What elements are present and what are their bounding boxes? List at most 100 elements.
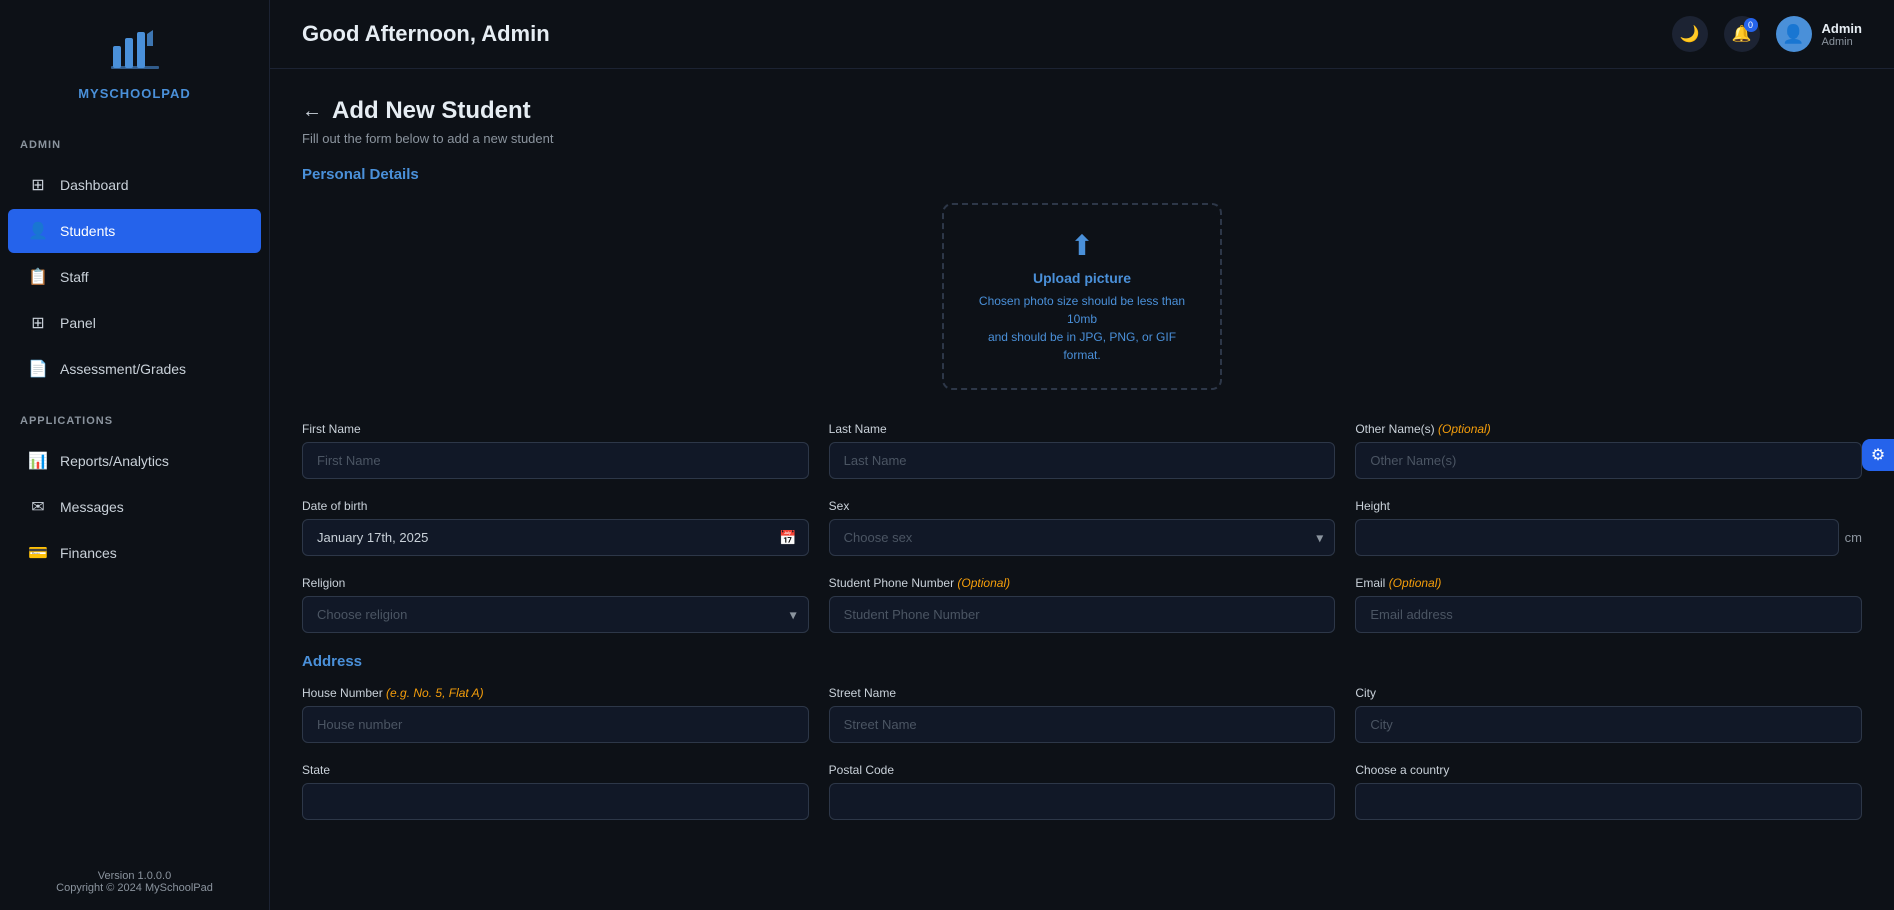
dob-input-wrap: 📅 document.currentScript.previousElement… <box>302 519 809 556</box>
assessment-icon: 📄 <box>28 359 48 379</box>
form-row-religion-phone-email: Religion Choose religion Christianity Is… <box>302 576 1862 633</box>
last-name-label: Last Name <box>829 422 1336 436</box>
dob-group: Date of birth 📅 document.currentScript.p… <box>302 499 809 556</box>
sex-select[interactable]: Choose sex Male Female <box>829 519 1336 556</box>
state-label: State <box>302 763 809 777</box>
admin-section-label: ADMIN <box>0 121 269 157</box>
sex-select-wrap: Choose sex Male Female ▾ <box>829 519 1336 556</box>
email-input[interactable] <box>1355 596 1862 633</box>
country-input[interactable] <box>1355 783 1862 820</box>
religion-select-wrap: Choose religion Christianity Islam Other… <box>302 596 809 633</box>
first-name-label: First Name <box>302 422 809 436</box>
form-row-address1: House Number (e.g. No. 5, Flat A) Street… <box>302 686 1862 743</box>
city-group: City <box>1355 686 1862 743</box>
floating-settings-button[interactable]: ⚙ <box>1862 439 1894 471</box>
dob-label: Date of birth <box>302 499 809 513</box>
city-input[interactable] <box>1355 706 1862 743</box>
page-back-row: ← Add New Student <box>302 97 1862 125</box>
back-button[interactable]: ← <box>302 100 322 123</box>
postal-code-label: Postal Code <box>829 763 1336 777</box>
postal-code-input[interactable] <box>829 783 1336 820</box>
sex-group: Sex Choose sex Male Female ▾ <box>829 499 1336 556</box>
applications-section-label: APPLICATIONS <box>0 397 269 433</box>
messages-icon: ✉ <box>28 497 48 517</box>
form-row-dob-sex-height: Date of birth 📅 document.currentScript.p… <box>302 499 1862 556</box>
height-unit-label: cm <box>1845 530 1862 545</box>
user-role: Admin <box>1822 36 1862 48</box>
user-name: Admin <box>1822 21 1862 36</box>
form-row-address2: State Postal Code Choose a country <box>302 763 1862 820</box>
moon-icon: 🌙 <box>1680 24 1700 44</box>
address-section-title: Address <box>302 653 1862 670</box>
form-row-names: First Name Last Name Other Name(s) (Opti… <box>302 422 1862 479</box>
theme-toggle-button[interactable]: 🌙 <box>1672 16 1708 52</box>
sex-label: Sex <box>829 499 1336 513</box>
upload-hint: Chosen photo size should be less than 10… <box>968 292 1196 364</box>
user-avatar-icon: 👤 <box>1782 24 1804 45</box>
upload-picture-area[interactable]: ⬆ Upload picture Chosen photo size shoul… <box>942 203 1222 390</box>
other-names-group: Other Name(s) (Optional) <box>1355 422 1862 479</box>
upload-label: Upload picture <box>1033 270 1131 286</box>
dob-input[interactable] <box>302 519 809 556</box>
sidebar-footer: Version 1.0.0.0 Copyright © 2024 MySchoo… <box>0 854 269 910</box>
first-name-input[interactable] <box>302 442 809 479</box>
religion-label: Religion <box>302 576 809 590</box>
sidebar-item-assessment[interactable]: 📄 Assessment/Grades <box>0 347 269 391</box>
page-subtitle: Fill out the form below to add a new stu… <box>302 131 1862 146</box>
finances-icon: 💳 <box>28 543 48 563</box>
sidebar-item-students[interactable]: 👤 Students <box>0 209 269 253</box>
sidebar-item-messages[interactable]: ✉ Messages <box>0 485 269 529</box>
notifications-button[interactable]: 🔔 0 <box>1724 16 1760 52</box>
state-group: State <box>302 763 809 820</box>
street-name-group: Street Name <box>829 686 1336 743</box>
sidebar-item-finances[interactable]: 💳 Finances <box>0 531 269 575</box>
phone-label: Student Phone Number (Optional) <box>829 576 1336 590</box>
street-name-input[interactable] <box>829 706 1336 743</box>
main-content: Good Afternoon, Admin 🌙 🔔 0 👤 Admin Admi… <box>270 0 1894 910</box>
state-input[interactable] <box>302 783 809 820</box>
back-arrow-icon: ← <box>302 100 322 123</box>
house-number-input[interactable] <box>302 706 809 743</box>
reports-icon: 📊 <box>28 451 48 471</box>
email-group: Email (Optional) <box>1355 576 1862 633</box>
greeting-text: Good Afternoon, Admin <box>302 21 550 47</box>
dashboard-icon: ⊞ <box>28 175 48 195</box>
logo-text: MYSCHOOLPAD <box>78 86 191 101</box>
sidebar-item-dashboard[interactable]: ⊞ Dashboard <box>0 163 269 207</box>
email-label: Email (Optional) <box>1355 576 1862 590</box>
phone-input[interactable] <box>829 596 1336 633</box>
height-input[interactable] <box>1355 519 1838 556</box>
sidebar-logo: MYSCHOOLPAD <box>0 0 269 121</box>
country-group: Choose a country <box>1355 763 1862 820</box>
city-label: City <box>1355 686 1862 700</box>
religion-group: Religion Choose religion Christianity Is… <box>302 576 809 633</box>
height-group: Height cm <box>1355 499 1862 556</box>
country-label: Choose a country <box>1355 763 1862 777</box>
applications-nav: 📊 Reports/Analytics ✉ Messages 💳 Finance… <box>0 433 269 581</box>
last-name-input[interactable] <box>829 442 1336 479</box>
other-names-input[interactable] <box>1355 442 1862 479</box>
sidebar: MYSCHOOLPAD ADMIN ⊞ Dashboard 👤 Students… <box>0 0 270 910</box>
upload-icon: ⬆ <box>1070 229 1093 262</box>
religion-select[interactable]: Choose religion Christianity Islam Other… <box>302 596 809 633</box>
staff-icon: 📋 <box>28 267 48 287</box>
sidebar-item-reports[interactable]: 📊 Reports/Analytics <box>0 439 269 483</box>
page-title: Add New Student <box>332 97 531 125</box>
settings-icon: ⚙ <box>1871 445 1885 465</box>
sidebar-item-panel[interactable]: ⊞ Panel <box>0 301 269 345</box>
last-name-group: Last Name <box>829 422 1336 479</box>
notification-badge: 0 <box>1744 18 1758 32</box>
height-input-wrap: cm <box>1355 519 1862 556</box>
topbar-actions: 🌙 🔔 0 👤 Admin Admin <box>1672 16 1862 52</box>
house-number-label: House Number (e.g. No. 5, Flat A) <box>302 686 809 700</box>
phone-group: Student Phone Number (Optional) <box>829 576 1336 633</box>
street-name-label: Street Name <box>829 686 1336 700</box>
personal-details-section-title: Personal Details <box>302 166 1862 183</box>
topbar-user: 👤 Admin Admin <box>1776 16 1862 52</box>
sidebar-item-staff[interactable]: 📋 Staff <box>0 255 269 299</box>
house-number-group: House Number (e.g. No. 5, Flat A) <box>302 686 809 743</box>
avatar: 👤 <box>1776 16 1812 52</box>
first-name-group: First Name <box>302 422 809 479</box>
user-info: Admin Admin <box>1822 21 1862 48</box>
panel-icon: ⊞ <box>28 313 48 333</box>
